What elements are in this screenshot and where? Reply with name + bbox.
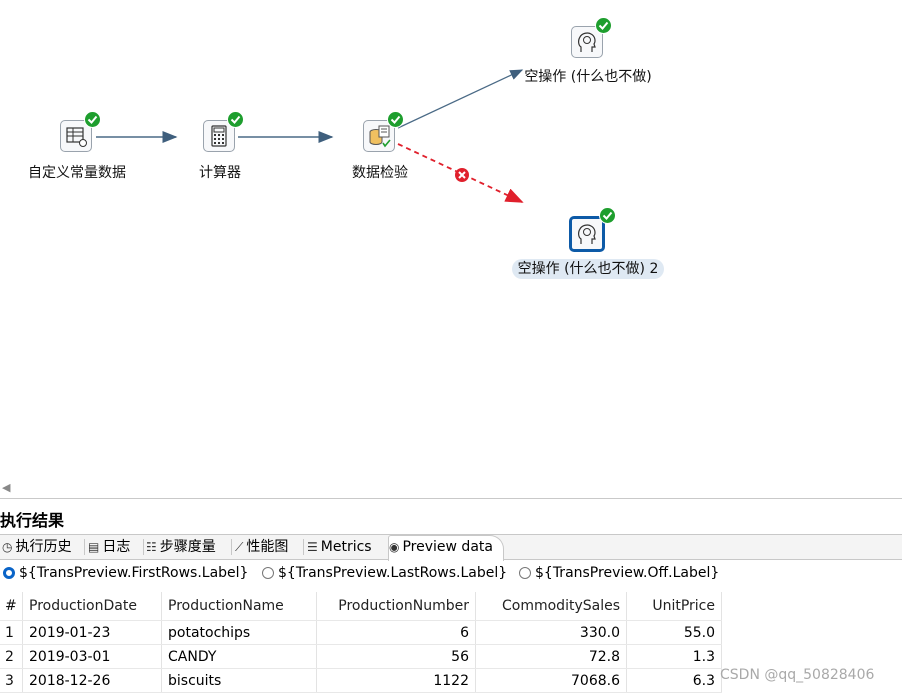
ok-check-icon (84, 111, 101, 128)
step-label: 空操作 (什么也不做) 2 (508, 258, 668, 279)
transformation-canvas[interactable]: 自定义常量数据 计算器 数据检验 空操作 (什么也不做) 空操作 (什么也不做)… (0, 0, 902, 478)
tab-metrics[interactable]: ☰ Metrics (307, 536, 372, 558)
radio-last-rows[interactable]: ${TransPreview.LastRows.Label} (262, 560, 507, 587)
scroll-left-icon[interactable]: ◀ (2, 481, 10, 494)
hop-connections (96, 69, 524, 203)
radio-button-icon[interactable] (519, 567, 531, 579)
table-cell[interactable]: 2019-03-01 (22, 644, 162, 669)
step-label-text: 空操作 (什么也不做) 2 (511, 259, 665, 279)
step-label: 计算器 (199, 165, 241, 181)
row-number: 1 (0, 620, 23, 645)
table-row[interactable]: 3 2018-12-26 biscuits 1122 7068.6 6.3 (0, 668, 722, 693)
table-cell[interactable]: 1122 (316, 668, 476, 693)
table-cell[interactable]: 330.0 (475, 620, 627, 645)
table-cell[interactable]: biscuits (161, 668, 317, 693)
tab-execution-history[interactable]: ◷ 执行历史 (2, 536, 71, 558)
table-row[interactable]: 2 2019-03-01 CANDY 56 72.8 1.3 (0, 644, 722, 669)
table-cell[interactable]: potatochips (161, 620, 317, 645)
step-label: 数据检验 (352, 165, 408, 181)
tab-performance-graph[interactable]: ⟋ 性能图 (235, 536, 288, 558)
row-number: 3 (0, 668, 23, 693)
table-cell[interactable]: 6.3 (626, 668, 722, 693)
column-header[interactable]: ProductionDate (22, 592, 162, 621)
radio-button-icon[interactable] (3, 567, 15, 579)
horizontal-scrollbar[interactable]: ◀ (0, 478, 902, 499)
line-chart-icon: ⟋ (235, 540, 244, 554)
table-cell[interactable]: 6 (316, 620, 476, 645)
ok-check-icon (595, 17, 612, 34)
table-cell[interactable]: 7068.6 (475, 668, 627, 693)
tab-step-metrics[interactable]: ☷ 步骤度量 (146, 536, 216, 558)
table-row[interactable]: 1 2019-01-23 potatochips 6 330.0 55.0 (0, 620, 722, 645)
tab-preview-data[interactable]: ◉ Preview data (388, 535, 504, 561)
gantt-icon: ☰ (307, 540, 318, 554)
eye-icon: ◉ (389, 540, 400, 554)
radio-button-icon[interactable] (262, 567, 274, 579)
table-cell[interactable]: 72.8 (475, 644, 627, 669)
hop-s3-s4[interactable] (397, 69, 524, 129)
column-header[interactable]: ProductionNumber (316, 592, 476, 621)
step-label: 空操作 (什么也不做) (524, 69, 652, 85)
ok-check-icon (387, 111, 404, 128)
column-header[interactable]: # (0, 592, 23, 621)
ok-check-icon (227, 111, 244, 128)
radio-first-rows[interactable]: ${TransPreview.FirstRows.Label} (3, 560, 248, 587)
table-cell[interactable]: 56 (316, 644, 476, 669)
result-tabs: ◷ 执行历史 ▤ 日志 ☷ 步骤度量 ⟋ 性能图 ☰ Metrics ◉ Preview d… (0, 534, 902, 561)
column-header[interactable]: ProductionName (161, 592, 317, 621)
table-cell[interactable]: 1.3 (626, 644, 722, 669)
ok-check-icon (599, 207, 616, 224)
panel-title: 执行结果 (0, 511, 65, 530)
document-icon: ▤ (88, 540, 100, 554)
table-cell[interactable]: 55.0 (626, 620, 722, 645)
clock-icon: ◷ (2, 540, 13, 554)
table-cell[interactable]: 2018-12-26 (22, 668, 162, 693)
table-cell[interactable]: 2019-01-23 (22, 620, 162, 645)
row-number: 2 (0, 644, 23, 669)
tab-log[interactable]: ▤ 日志 (88, 536, 130, 558)
radio-off[interactable]: ${TransPreview.Off.Label} (519, 560, 719, 587)
watermark: CSDN @qq_50828406 (720, 667, 875, 683)
step-label: 自定义常量数据 (28, 165, 126, 181)
table-cell[interactable]: CANDY (161, 644, 317, 669)
table-header-row: # ProductionDate ProductionName Producti… (0, 592, 722, 621)
numbered-list-icon: ☷ (146, 540, 157, 554)
preview-mode-options: ${TransPreview.FirstRows.Label} ${TransP… (0, 560, 902, 587)
column-header[interactable]: CommoditySales (475, 592, 627, 621)
preview-data-table[interactable]: # ProductionDate ProductionName Producti… (0, 592, 722, 693)
column-header[interactable]: UnitPrice (626, 592, 722, 621)
